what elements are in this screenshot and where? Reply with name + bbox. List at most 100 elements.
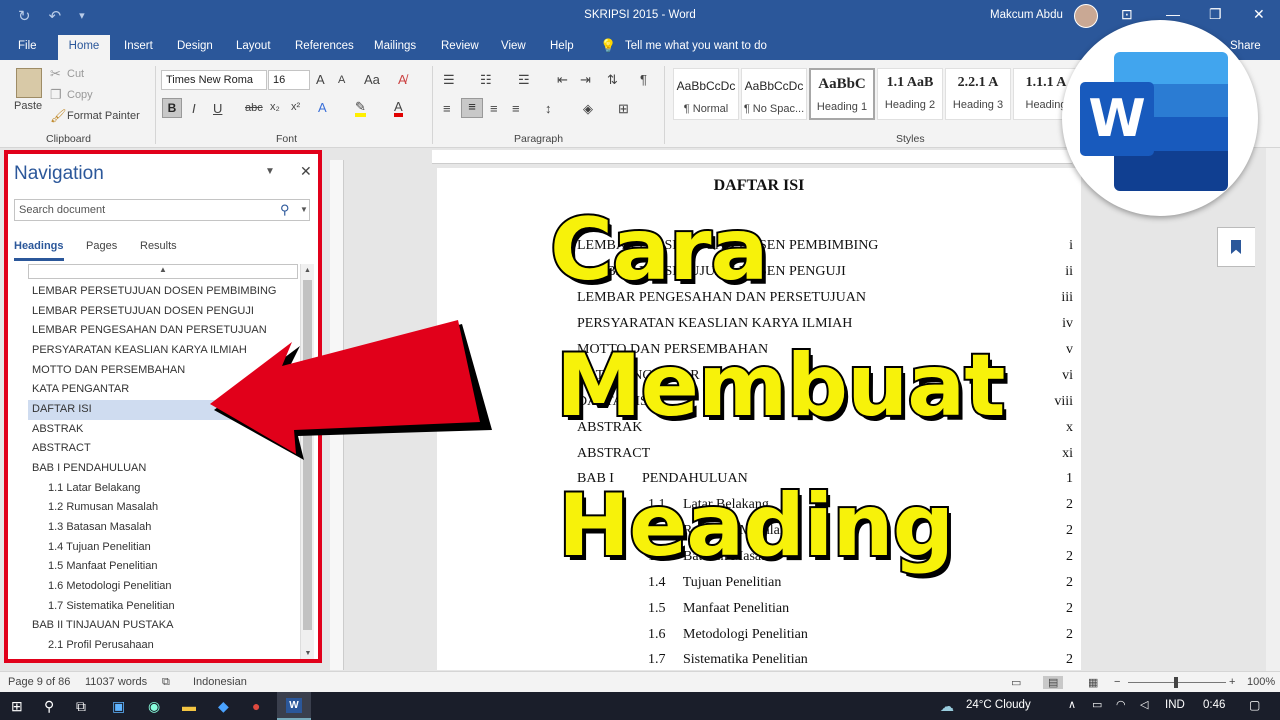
align-left-icon[interactable]: ≡ <box>443 101 451 116</box>
tab-headings[interactable]: Headings <box>14 240 64 261</box>
tab-layout[interactable]: Layout <box>236 40 271 52</box>
proofing-icon[interactable]: ⧉ <box>162 676 170 689</box>
task-view-icon[interactable]: ⧉ <box>76 698 86 715</box>
close-icon[interactable]: ✕ <box>300 163 312 180</box>
multilevel-list-icon[interactable]: ☲ <box>518 72 530 88</box>
grow-font-icon[interactable]: A <box>316 72 325 87</box>
tab-home[interactable]: Home <box>58 35 110 60</box>
highlight-color-icon[interactable]: ✎ <box>355 100 366 117</box>
style-heading-3[interactable]: 2.2.1 A Heading 3 <box>945 68 1011 120</box>
shrink-font-icon[interactable]: A <box>338 74 345 86</box>
user-name[interactable]: Makcum Abdu <box>990 9 1063 21</box>
share-button[interactable]: Share <box>1230 40 1261 52</box>
clear-formatting-icon[interactable]: A̸ <box>398 72 407 87</box>
chrome-icon[interactable]: ● <box>252 698 260 714</box>
text-effects-icon[interactable]: A <box>318 100 327 115</box>
list-item[interactable]: 1.1 Latar Belakang <box>28 479 298 499</box>
toc-entry[interactable]: 1.5 Manfaat Penelitian <box>648 601 789 617</box>
restore-button[interactable]: ❐ <box>1209 6 1222 23</box>
decrease-indent-icon[interactable]: ⇤ <box>557 72 568 88</box>
shading-icon[interactable]: ◈ <box>583 101 593 117</box>
toc-entry[interactable]: 1.6 Metodologi Penelitian <box>648 627 808 643</box>
list-item[interactable]: 1.2 Rumusan Masalah <box>28 498 298 518</box>
list-item[interactable]: 1.5 Manfaat Penelitian <box>28 557 298 577</box>
zoom-slider-thumb[interactable] <box>1174 677 1178 688</box>
print-layout-icon[interactable]: ▤ <box>1043 676 1064 689</box>
list-item[interactable]: 1.7 Sistematika Penelitian <box>28 597 298 617</box>
read-mode-icon[interactable]: ▭ <box>1011 676 1021 689</box>
input-language[interactable]: IND <box>1165 699 1185 711</box>
line-spacing-icon[interactable]: ↕ <box>545 101 552 116</box>
ribbon-display-options-icon[interactable]: ⊡ <box>1121 6 1133 23</box>
paste-icon[interactable] <box>16 68 42 98</box>
style-normal[interactable]: AaBbCcDc ¶ Normal <box>673 68 739 120</box>
word-count[interactable]: 11037 words <box>85 676 147 688</box>
sort-icon[interactable]: ⇅ <box>607 72 618 88</box>
tab-mailings[interactable]: Mailings <box>374 40 416 52</box>
chevron-down-icon[interactable]: ▼ <box>300 205 308 214</box>
bold-button[interactable]: B <box>162 98 182 118</box>
tab-file[interactable]: File <box>18 40 37 52</box>
scroll-down-icon[interactable]: ▼ <box>301 650 315 657</box>
battery-icon[interactable]: ▭ <box>1092 698 1102 711</box>
volume-icon[interactable]: ◁ <box>1140 698 1148 711</box>
tab-pages[interactable]: Pages <box>86 240 117 252</box>
increase-indent-icon[interactable]: ⇥ <box>580 72 591 88</box>
web-layout-icon[interactable]: ▦ <box>1088 676 1098 689</box>
zoom-level[interactable]: 100% <box>1247 676 1275 688</box>
style-heading-1[interactable]: AaBbC Heading 1 <box>809 68 875 120</box>
toc-entry[interactable]: ABSTRACT <box>577 446 650 462</box>
font-color-icon[interactable]: A <box>394 100 403 117</box>
cut-button[interactable]: Cut <box>67 68 84 80</box>
search-input[interactable]: Search document <box>14 199 310 221</box>
clock[interactable]: 0:46 <box>1203 699 1225 711</box>
windows-start-icon[interactable]: ⊞ <box>11 698 23 715</box>
zoom-out-icon[interactable]: − <box>1114 676 1120 688</box>
language-indicator[interactable]: Indonesian <box>193 676 247 688</box>
list-item[interactable]: BAB II TINJAUAN PUSTAKA <box>28 616 298 636</box>
list-item[interactable]: 1.4 Tujuan Penelitian <box>28 538 298 558</box>
scroll-up-icon[interactable]: ▲ <box>301 267 314 274</box>
app-icon[interactable]: ◉ <box>148 698 160 715</box>
tab-design[interactable]: Design <box>177 40 213 52</box>
bookmark-icon[interactable] <box>1217 227 1255 267</box>
tab-review[interactable]: Review <box>441 40 479 52</box>
strikethrough-button[interactable]: abc <box>245 102 263 114</box>
numbering-icon[interactable]: ☷ <box>480 72 492 88</box>
list-item[interactable]: 1.6 Metodologi Penelitian <box>28 577 298 597</box>
font-size-select[interactable]: 16 <box>268 70 310 90</box>
app-icon[interactable]: ◆ <box>218 698 229 715</box>
change-case-icon[interactable]: Aa <box>364 72 380 87</box>
font-name-select[interactable]: Times New Roma <box>161 70 267 90</box>
tab-help[interactable]: Help <box>550 40 574 52</box>
page-count[interactable]: Page 9 of 86 <box>8 676 70 688</box>
tray-chevron-icon[interactable]: ∧ <box>1068 698 1076 711</box>
list-item[interactable]: LEMBAR PERSETUJUAN DOSEN PEMBIMBING <box>28 282 298 302</box>
format-painter-button[interactable]: Format Painter <box>67 110 140 122</box>
underline-button[interactable]: U <box>213 101 222 116</box>
tab-references[interactable]: References <box>295 40 354 52</box>
pane-options-icon[interactable]: ▼ <box>265 166 275 177</box>
list-item[interactable]: 2.1 Profil Perusahaan <box>28 636 298 656</box>
tab-results[interactable]: Results <box>140 240 177 252</box>
toc-entry[interactable]: 1.4 Tujuan Penelitian <box>648 575 781 591</box>
wifi-icon[interactable]: ◠ <box>1116 698 1126 711</box>
zoom-in-icon[interactable]: + <box>1229 676 1235 688</box>
search-icon[interactable]: ⚲ <box>280 202 290 218</box>
italic-button[interactable]: I <box>192 101 196 116</box>
tell-me-search[interactable]: Tell me what you want to do <box>625 40 767 52</box>
avatar[interactable] <box>1074 4 1098 28</box>
subscript-button[interactable]: x₂ <box>270 101 280 113</box>
paste-button[interactable]: Paste <box>14 100 42 112</box>
file-explorer-icon[interactable]: ▬ <box>182 698 196 714</box>
notifications-icon[interactable]: ▢ <box>1249 698 1260 712</box>
show-formatting-icon[interactable]: ¶ <box>640 72 647 87</box>
list-item[interactable]: 1.3 Batasan Masalah <box>28 518 298 538</box>
align-center-icon[interactable]: ≡ <box>461 98 483 118</box>
app-icon[interactable]: ▣ <box>112 698 125 715</box>
borders-icon[interactable]: ⊞ <box>618 101 629 117</box>
vertical-scrollbar[interactable] <box>1266 148 1280 671</box>
weather-text[interactable]: 24°C Cloudy <box>966 699 1031 711</box>
style-no-spacing[interactable]: AaBbCcDc ¶ No Spac... <box>741 68 807 120</box>
weather-icon[interactable]: ☁ <box>940 698 954 715</box>
